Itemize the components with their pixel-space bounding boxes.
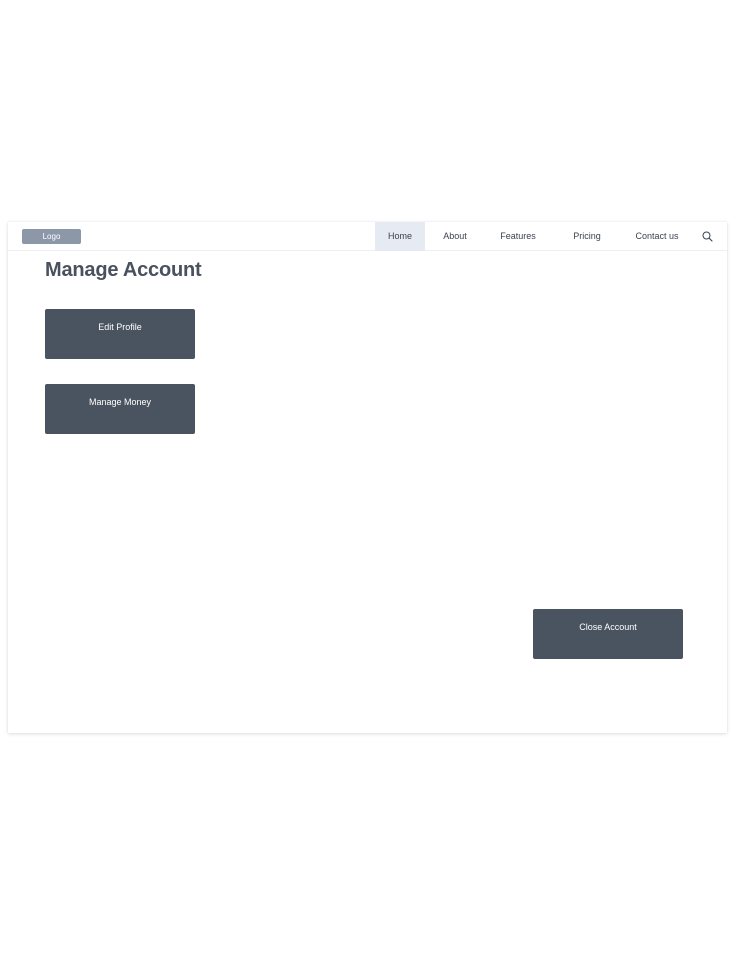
search-icon[interactable] bbox=[701, 230, 714, 243]
nav-item-contact-us[interactable]: Contact us bbox=[630, 222, 684, 251]
close-account-button[interactable]: Close Account bbox=[533, 609, 683, 659]
edit-profile-button[interactable]: Edit Profile bbox=[45, 309, 195, 359]
nav-item-features[interactable]: Features bbox=[494, 222, 542, 251]
logo[interactable]: Logo bbox=[22, 229, 81, 244]
page-frame: Logo Home About Features Pricing Contact… bbox=[8, 222, 727, 733]
nav-item-about[interactable]: About bbox=[435, 222, 475, 251]
manage-money-button[interactable]: Manage Money bbox=[45, 384, 195, 434]
nav-item-home[interactable]: Home bbox=[375, 222, 425, 251]
page-title: Manage Account bbox=[45, 259, 202, 281]
top-navbar: Logo Home About Features Pricing Contact… bbox=[8, 222, 727, 251]
nav-item-pricing[interactable]: Pricing bbox=[565, 222, 609, 251]
